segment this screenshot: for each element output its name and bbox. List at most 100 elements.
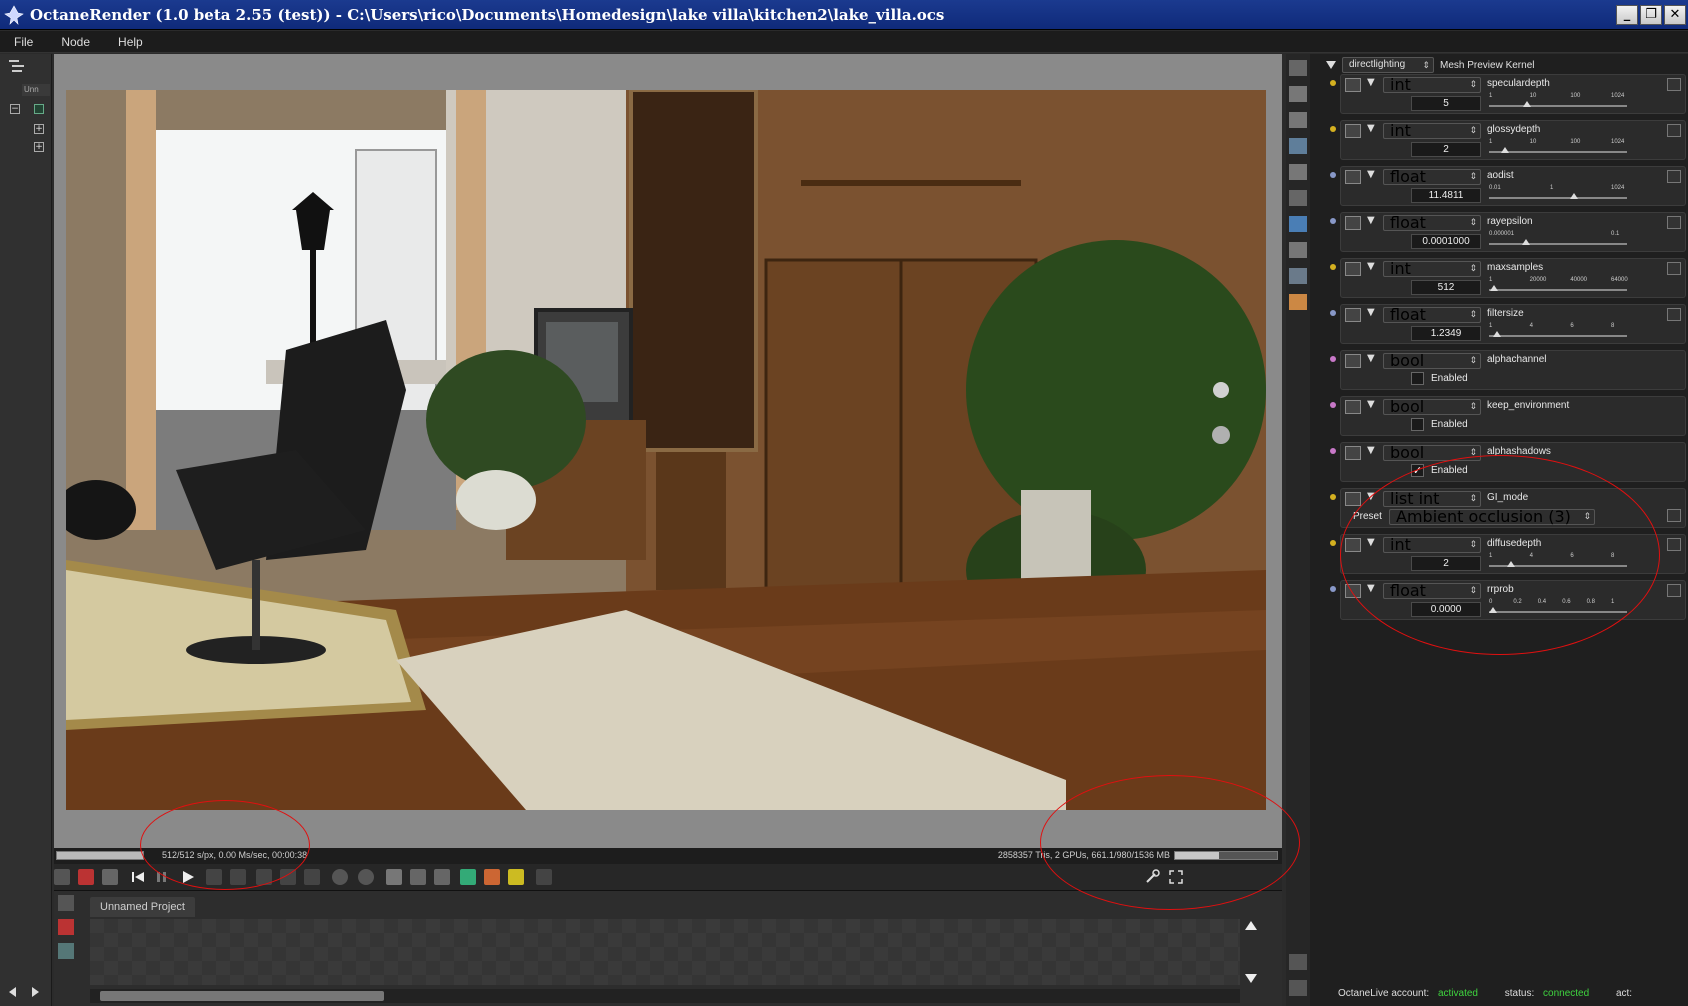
horizontal-scrollbar[interactable] — [90, 989, 1240, 1003]
curve-icon[interactable] — [1667, 584, 1681, 597]
menu-file[interactable]: File — [0, 35, 47, 49]
menu-node[interactable]: Node — [47, 35, 104, 49]
world-icon[interactable] — [332, 869, 348, 885]
value-field[interactable]: 2 — [1411, 142, 1481, 157]
collapse-triangle-icon[interactable]: ▼ — [1367, 307, 1375, 318]
type-icon[interactable] — [1345, 584, 1361, 598]
collapse-triangle-icon[interactable] — [1324, 58, 1338, 72]
render-viewport[interactable] — [54, 54, 1282, 854]
value-slider[interactable]: 0.000001 0.1 — [1489, 231, 1627, 249]
type-dropdown[interactable]: bool ⇕ — [1383, 445, 1481, 461]
type-dropdown[interactable]: float ⇕ — [1383, 583, 1481, 599]
type-dropdown[interactable]: float ⇕ — [1383, 307, 1481, 323]
pin-dot[interactable] — [1330, 494, 1336, 500]
image-icon[interactable] — [1289, 138, 1307, 154]
type-icon[interactable] — [1345, 308, 1361, 322]
slider-handle[interactable] — [1569, 193, 1578, 199]
lock-icon[interactable] — [536, 869, 552, 885]
value-field[interactable]: 512 — [1411, 280, 1481, 295]
checker-icon[interactable] — [410, 869, 426, 885]
value-slider[interactable]: 1 4 6 8 — [1489, 323, 1627, 341]
collapse-triangle-icon[interactable]: ▼ — [1367, 353, 1375, 364]
slider-handle[interactable] — [1490, 285, 1499, 291]
collapse-triangle-icon[interactable]: ▼ — [1367, 399, 1375, 410]
pin-dot[interactable] — [1330, 540, 1336, 546]
object-icon[interactable] — [358, 869, 374, 885]
pin-dot[interactable] — [1330, 402, 1336, 408]
enabled-checkbox[interactable]: ✓ — [1411, 464, 1424, 477]
render-image[interactable] — [66, 90, 1266, 810]
value-field[interactable]: 0.0001000 — [1411, 234, 1481, 249]
value-slider[interactable]: 1 4 6 8 — [1489, 553, 1627, 571]
autofocus-icon[interactable] — [256, 869, 272, 885]
enabled-checkbox[interactable] — [1411, 372, 1424, 385]
collapse-triangle-icon[interactable]: ▼ — [1367, 445, 1375, 456]
material-icon[interactable] — [1289, 294, 1307, 310]
value-field[interactable]: 2 — [1411, 556, 1481, 571]
maximize-button[interactable]: ❐ — [1640, 4, 1662, 25]
pause-icon[interactable] — [154, 869, 170, 885]
type-dropdown[interactable]: float ⇕ — [1383, 169, 1481, 185]
arrow-right-icon[interactable] — [26, 984, 44, 1000]
collapse-triangle-icon[interactable]: ▼ — [1367, 537, 1375, 548]
node-icon[interactable] — [34, 104, 44, 114]
layers-icon[interactable] — [1289, 86, 1307, 102]
preset-dropdown[interactable]: Ambient occlusion (3) ⇕ — [1389, 509, 1595, 525]
type-dropdown[interactable]: int ⇕ — [1383, 537, 1481, 553]
value-field[interactable]: 5 — [1411, 96, 1481, 111]
value-field[interactable]: 1.2349 — [1411, 326, 1481, 341]
collapse-triangle-icon[interactable]: ▼ — [1367, 77, 1375, 88]
region-render-icon[interactable] — [386, 869, 402, 885]
curve-icon[interactable] — [1667, 78, 1681, 91]
close-button[interactable]: ✕ — [1664, 4, 1686, 25]
scrollbar-thumb[interactable] — [100, 991, 384, 1001]
white-point-icon[interactable] — [304, 869, 320, 885]
stop-render-icon[interactable] — [78, 869, 94, 885]
type-dropdown[interactable]: int ⇕ — [1383, 261, 1481, 277]
menu-help[interactable]: Help — [104, 35, 157, 49]
collapse-triangle-icon[interactable]: ▼ — [1367, 583, 1375, 594]
curve-icon[interactable] — [1667, 308, 1681, 321]
environment-icon[interactable] — [1289, 216, 1307, 232]
pin-dot[interactable] — [1330, 80, 1336, 86]
collapse-icon[interactable]: − — [10, 104, 20, 114]
graph-menu-icon[interactable] — [58, 895, 74, 911]
enabled-checkbox[interactable] — [1411, 418, 1424, 431]
slider-handle[interactable] — [1507, 561, 1516, 567]
kernel-type-dropdown[interactable]: directlighting ⇕ — [1342, 57, 1434, 73]
screenshot-icon[interactable] — [54, 869, 70, 885]
type-icon[interactable] — [1345, 262, 1361, 276]
fullscreen-icon[interactable] — [1168, 869, 1184, 885]
value-slider[interactable]: 1 20000 40000 64000 — [1489, 277, 1628, 295]
tab-unnamed-project[interactable]: Unnamed Project — [90, 897, 195, 917]
pin-dot[interactable] — [1330, 264, 1336, 270]
fullscreen-icon[interactable] — [1289, 980, 1307, 996]
material-picker-icon[interactable] — [280, 869, 296, 885]
pin-dot[interactable] — [1330, 218, 1336, 224]
pin-dot[interactable] — [1330, 310, 1336, 316]
list-icon[interactable] — [1289, 112, 1307, 128]
value-slider[interactable]: 1 10 100 1024 — [1489, 139, 1627, 157]
slider-handle[interactable] — [1500, 147, 1509, 153]
delete-node-icon[interactable] — [58, 919, 74, 935]
edit-icon[interactable] — [1667, 509, 1681, 522]
value-field[interactable]: 11.4811 — [1411, 188, 1481, 203]
type-icon[interactable] — [1345, 492, 1361, 506]
minimize-button[interactable]: _ — [1616, 4, 1638, 25]
camera-icon[interactable] — [1289, 60, 1307, 76]
curve-icon[interactable] — [1667, 538, 1681, 551]
slider-handle[interactable] — [1492, 331, 1501, 337]
curve-icon[interactable] — [1667, 216, 1681, 229]
expand-icon[interactable]: + — [34, 142, 44, 152]
pin-dot[interactable] — [1330, 172, 1336, 178]
texture-icon[interactable] — [1289, 242, 1307, 258]
curve-icon[interactable] — [1667, 170, 1681, 183]
node-graph-canvas[interactable] — [90, 919, 1240, 985]
type-icon[interactable] — [1345, 400, 1361, 414]
type-icon[interactable] — [1345, 124, 1361, 138]
value-field[interactable]: 0.0000 — [1411, 602, 1481, 617]
value-slider[interactable]: 0 0.2 0.4 0.6 0.8 1 — [1489, 599, 1627, 617]
wrench-icon[interactable] — [1289, 954, 1307, 970]
play-icon[interactable] — [180, 869, 196, 885]
focus-picker-icon[interactable] — [206, 869, 222, 885]
